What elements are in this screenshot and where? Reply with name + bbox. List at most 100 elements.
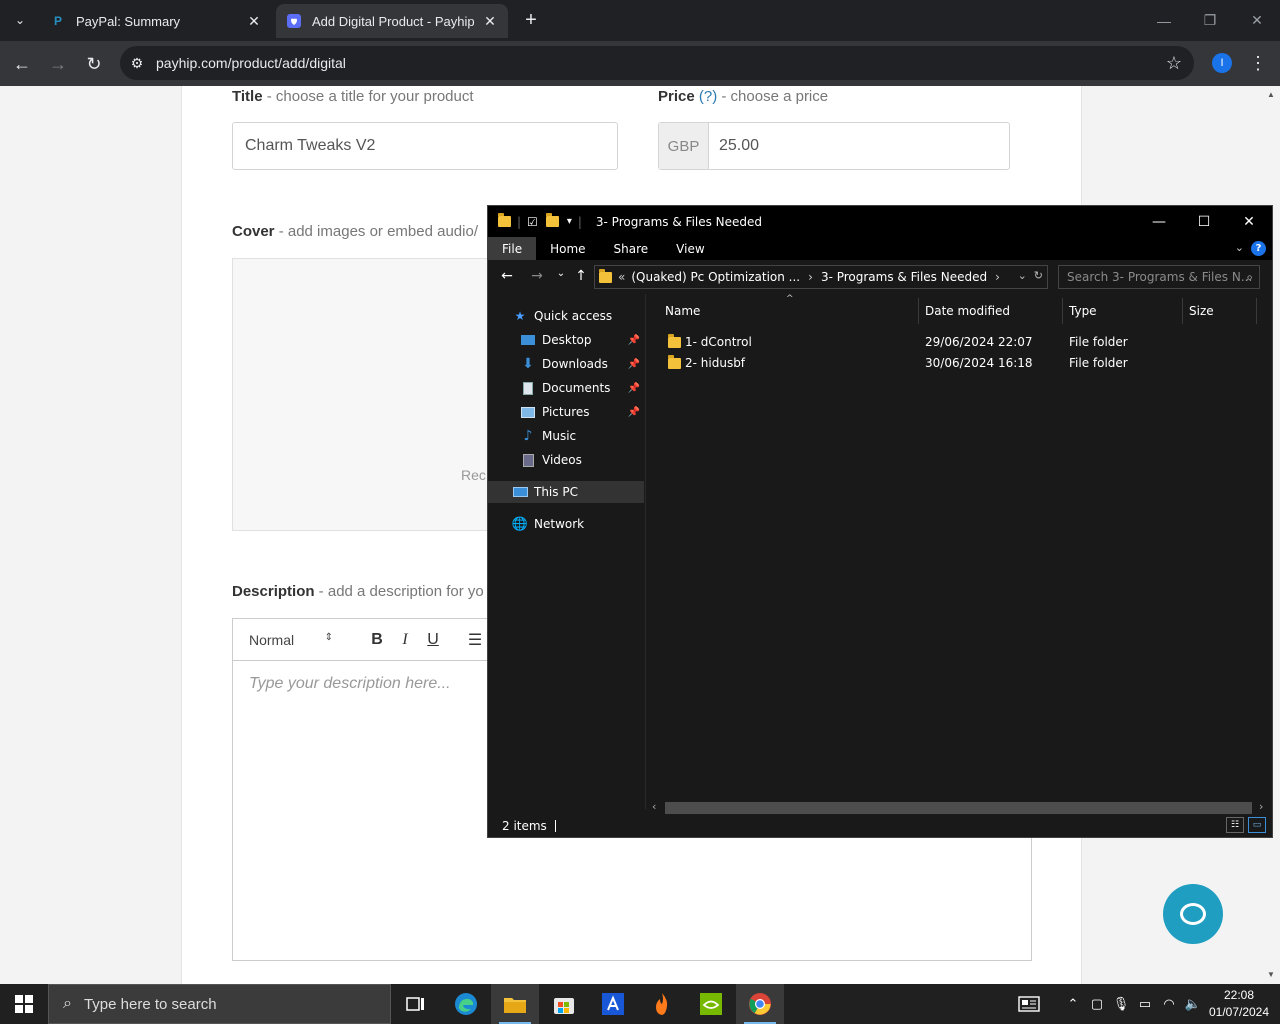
- large-icons-view-icon[interactable]: ▭: [1248, 817, 1266, 833]
- italic-icon[interactable]: I: [391, 631, 419, 649]
- nav-music[interactable]: ♪ Music: [488, 425, 644, 447]
- close-tab-icon[interactable]: ✕: [482, 13, 498, 30]
- column-header-date[interactable]: Date modified: [919, 298, 1063, 324]
- battery-icon[interactable]: ▭: [1134, 984, 1156, 1024]
- chrome-menu-icon[interactable]: ⋮: [1248, 51, 1268, 75]
- file-row[interactable]: 2- hidusbf 30/06/2024 16:18 File folder: [657, 353, 1247, 374]
- nav-network[interactable]: 🌐 Network: [488, 513, 644, 535]
- desktop-icon: [520, 333, 536, 347]
- nav-this-pc[interactable]: This PC: [488, 481, 644, 503]
- explorer-minimize-icon[interactable]: —: [1136, 206, 1182, 237]
- explorer-status-bar: 2 items ☷ ▭: [488, 814, 1272, 837]
- format-select[interactable]: Normal ⇕: [249, 632, 333, 648]
- restore-icon[interactable]: ❐: [1187, 0, 1233, 41]
- details-view-icon[interactable]: ☷: [1226, 817, 1244, 833]
- flame-app-icon[interactable]: [638, 984, 686, 1024]
- ribbon-tab-file[interactable]: File: [488, 237, 537, 260]
- up-folder-icon[interactable]: ↑: [571, 268, 591, 284]
- nav-downloads[interactable]: ⬇ Downloads 📌: [488, 353, 644, 375]
- recent-locations-icon[interactable]: ⌄: [551, 268, 571, 279]
- scrollbar-thumb[interactable]: [665, 802, 1252, 814]
- tab-add-digital-product[interactable]: Add Digital Product - Payhip ✕: [276, 4, 508, 38]
- explorer-close-icon[interactable]: ✕: [1226, 206, 1272, 237]
- file-explorer-icon[interactable]: [491, 984, 539, 1024]
- task-view-icon[interactable]: [392, 984, 440, 1024]
- nav-desktop[interactable]: Desktop 📌: [488, 329, 644, 351]
- microsoft-store-icon[interactable]: [540, 984, 588, 1024]
- news-widget-icon[interactable]: [1012, 984, 1046, 1024]
- windows-taskbar: ⌕ Type here to search ⌃ ▢ 🎙 ▭ ◠ 🔈 22:08 …: [0, 984, 1280, 1024]
- address-bar[interactable]: ⚙ payhip.com/product/add/digital ☆: [120, 46, 1194, 80]
- column-header-size[interactable]: Size: [1183, 298, 1257, 324]
- help-chat-button[interactable]: [1163, 884, 1223, 944]
- file-row[interactable]: 1- dControl 29/06/2024 22:07 File folder: [657, 332, 1247, 353]
- scroll-left-icon[interactable]: ‹: [652, 800, 656, 813]
- column-header-name[interactable]: Name: [647, 298, 919, 324]
- breadcrumb-parent[interactable]: (Quaked) Pc Optimization ...: [631, 270, 800, 284]
- nav-documents[interactable]: Documents 📌: [488, 377, 644, 399]
- help-icon[interactable]: ?: [1251, 241, 1266, 256]
- autodesk-app-icon[interactable]: [589, 984, 637, 1024]
- search-placeholder: Search 3- Programs & Files N...: [1067, 270, 1253, 284]
- explorer-forward-icon[interactable]: →: [527, 268, 547, 284]
- breadcrumb-current[interactable]: 3- Programs & Files Needed: [821, 270, 987, 284]
- bullet-list-icon[interactable]: ☰: [461, 630, 489, 650]
- folder-icon: [599, 268, 612, 283]
- price-field-label: Price (?) - choose a price: [658, 88, 829, 105]
- ribbon-tab-share[interactable]: Share: [600, 237, 663, 260]
- explorer-address-bar[interactable]: « (Quaked) Pc Optimization ... › 3- Prog…: [594, 265, 1048, 289]
- edge-browser-icon[interactable]: [442, 984, 490, 1024]
- price-input[interactable]: GBP 25.00: [658, 122, 1010, 170]
- column-header-type[interactable]: Type: [1063, 298, 1183, 324]
- meet-now-icon[interactable]: ▢: [1086, 984, 1108, 1024]
- scroll-right-icon[interactable]: ›: [1259, 800, 1263, 813]
- ribbon-tab-home[interactable]: Home: [536, 237, 599, 260]
- wifi-icon[interactable]: ◠: [1158, 984, 1180, 1024]
- new-folder-icon[interactable]: [545, 213, 559, 227]
- explorer-search-box[interactable]: Search 3- Programs & Files N... ⌕: [1058, 265, 1260, 289]
- nav-videos[interactable]: Videos: [488, 449, 644, 471]
- close-tab-icon[interactable]: ✕: [246, 13, 262, 30]
- address-controls[interactable]: ⌄ ↻: [1018, 269, 1043, 282]
- scroll-up-icon[interactable]: ▲: [1267, 90, 1275, 99]
- taskbar-clock[interactable]: 22:08 01/07/2024: [1207, 987, 1271, 1021]
- nav-pictures[interactable]: Pictures 📌: [488, 401, 644, 423]
- back-button[interactable]: ←: [8, 50, 36, 78]
- underline-icon[interactable]: U: [419, 631, 447, 649]
- taskbar-search-box[interactable]: ⌕ Type here to search: [48, 984, 391, 1024]
- reload-button[interactable]: ↻: [80, 50, 108, 78]
- ribbon-tab-view[interactable]: View: [662, 237, 718, 260]
- nvidia-icon[interactable]: [687, 984, 735, 1024]
- new-tab-button[interactable]: +: [520, 8, 542, 32]
- chrome-icon[interactable]: [736, 984, 784, 1024]
- minimize-icon[interactable]: —: [1141, 0, 1187, 41]
- price-input-value: 25.00: [719, 137, 760, 154]
- explorer-window-title: 3- Programs & Files Needed: [595, 214, 763, 229]
- explorer-maximize-icon[interactable]: ☐: [1181, 206, 1227, 237]
- price-help-link[interactable]: (?): [699, 88, 717, 105]
- bookmark-star-icon[interactable]: ☆: [1166, 53, 1182, 74]
- nav-quick-access[interactable]: ★ Quick access: [488, 305, 644, 327]
- start-button[interactable]: [0, 984, 48, 1024]
- volume-icon[interactable]: 🔈: [1182, 984, 1204, 1024]
- scroll-down-icon[interactable]: ▼: [1267, 970, 1275, 979]
- show-hidden-icons-icon[interactable]: ⌃: [1062, 984, 1084, 1024]
- customize-toolbar-icon[interactable]: ▾: [567, 216, 572, 227]
- explorer-back-icon[interactable]: ←: [497, 268, 517, 284]
- profile-avatar[interactable]: I: [1212, 53, 1232, 73]
- url-text[interactable]: payhip.com/product/add/digital: [156, 55, 346, 71]
- tab-paypal-summary[interactable]: P PayPal: Summary ✕: [40, 4, 272, 38]
- bold-icon[interactable]: B: [363, 631, 391, 649]
- microphone-icon[interactable]: 🎙: [1110, 984, 1132, 1024]
- forward-button[interactable]: →: [44, 50, 72, 78]
- site-settings-icon[interactable]: ⚙: [120, 55, 154, 72]
- explorer-title-bar[interactable]: | ☑ ▾ | 3- Programs & Files Needed — ☐ ✕: [488, 206, 1272, 237]
- title-input[interactable]: Charm Tweaks V2: [232, 122, 618, 170]
- browser-toolbar: ← → ↻ ⚙ payhip.com/product/add/digital ☆…: [0, 41, 1280, 86]
- item-count: 2 items: [502, 818, 547, 833]
- tab-search-menu-button[interactable]: ⌄: [8, 8, 32, 32]
- properties-icon[interactable]: ☑: [527, 215, 538, 229]
- folder-icon: [498, 213, 511, 227]
- expand-ribbon-icon[interactable]: ⌄: [1235, 241, 1244, 254]
- close-window-icon[interactable]: ✕: [1234, 0, 1280, 41]
